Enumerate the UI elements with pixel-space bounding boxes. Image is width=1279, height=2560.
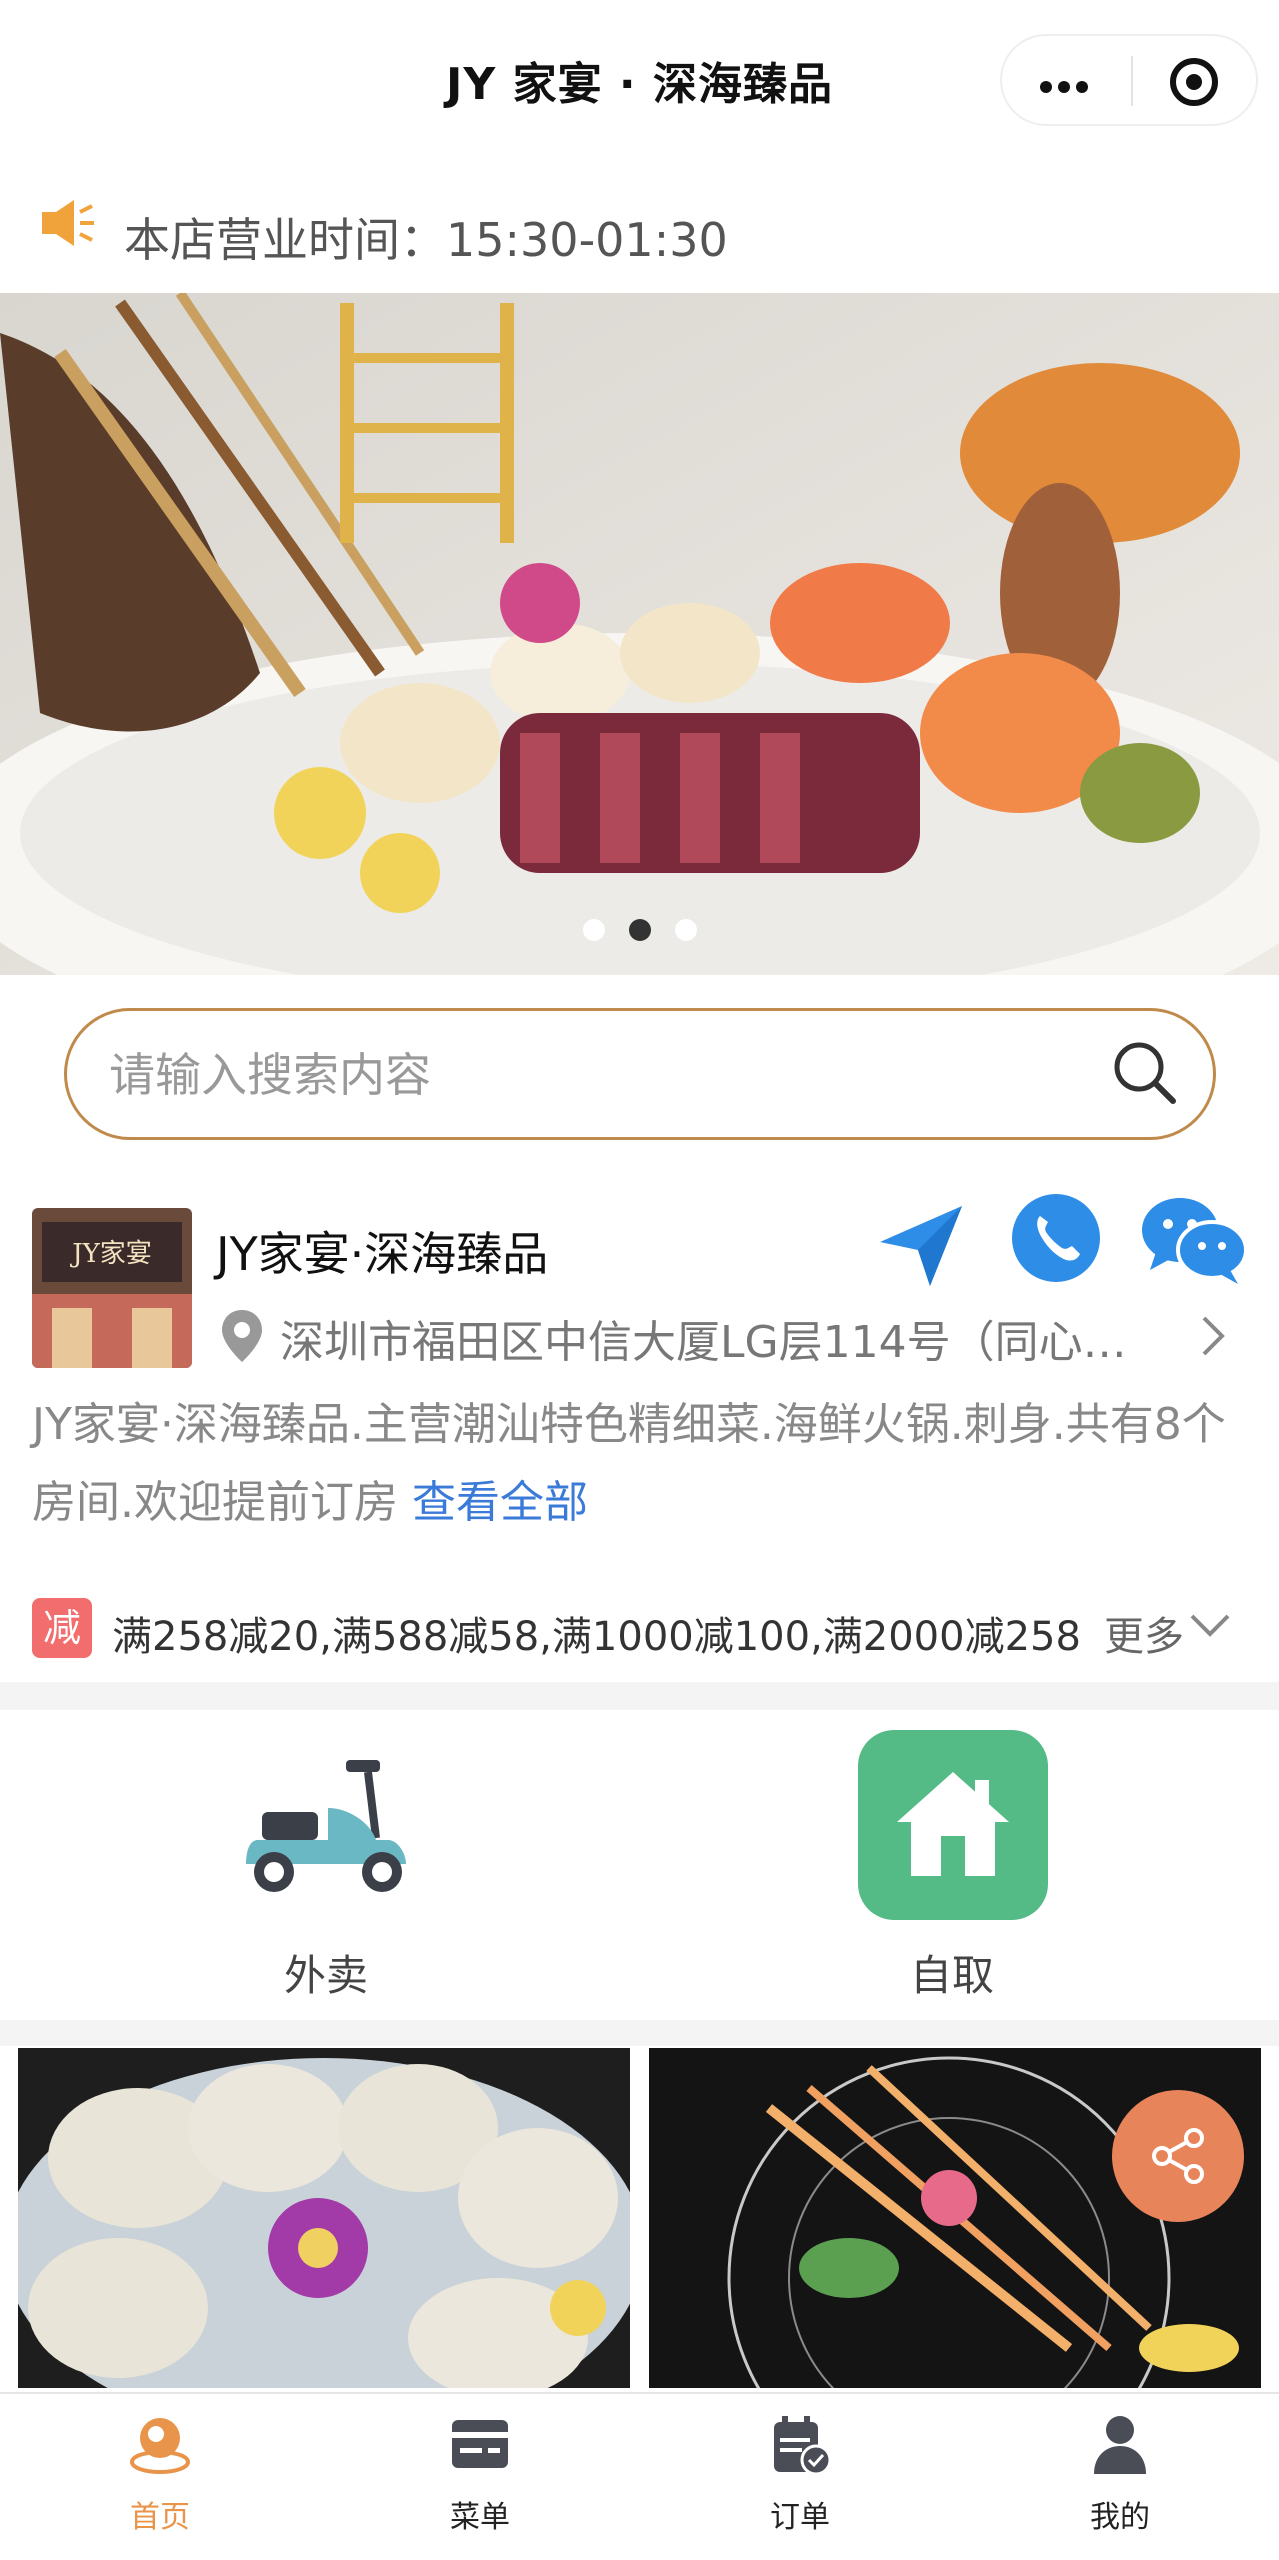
tab-label: 菜单 bbox=[450, 2500, 510, 2535]
business-hours-notice: 本店营业时间：15:30-01:30 bbox=[0, 172, 1279, 292]
menu-tab-icon bbox=[452, 2420, 508, 2468]
carousel-dot[interactable] bbox=[674, 919, 697, 941]
tab-orders[interactable]: 订单 bbox=[640, 2394, 960, 2560]
location-pin-icon bbox=[222, 1310, 262, 1362]
mini-program-capsule bbox=[1000, 34, 1258, 126]
shop-description: JY家宴·深海臻品.主营潮汕特色精细菜.海鲜火锅.刺身.共有8个房间.欢迎提前订… bbox=[32, 1386, 1232, 1542]
shop-action-icons bbox=[874, 1192, 1254, 1292]
section-divider bbox=[0, 2020, 1279, 2046]
oyster-platter-image bbox=[18, 2048, 630, 2388]
shop-address: 深圳市福田区中信大厦LG层114号（同心… bbox=[280, 1317, 1127, 1368]
menu-dots-icon[interactable] bbox=[1040, 78, 1094, 97]
section-divider bbox=[0, 1682, 1279, 1710]
shop-description-text: JY家宴·深海臻品.主营潮汕特色精细菜.海鲜火锅.刺身.共有8个房间.欢迎提前订… bbox=[32, 1399, 1226, 1528]
bottom-tab-bar: 首页 菜单 订单 我的 bbox=[0, 2392, 1279, 2560]
shop-thumbnail[interactable]: JY家宴 bbox=[32, 1208, 192, 1368]
pickup-label: 自取 bbox=[909, 1951, 994, 2000]
discount-promotion-row[interactable]: 减 满258减20,满588减58,满1000减100,满2000减258 更多 bbox=[0, 1582, 1279, 1672]
tab-home[interactable]: 首页 bbox=[0, 2394, 320, 2560]
tab-profile[interactable]: 我的 bbox=[960, 2394, 1279, 2560]
phone-icon[interactable] bbox=[1010, 1192, 1102, 1284]
shop-address-row[interactable]: 深圳市福田区中信大厦LG层114号（同心… bbox=[216, 1300, 1246, 1372]
view-all-link[interactable]: 查看全部 bbox=[412, 1477, 588, 1528]
home-tab-icon bbox=[130, 2418, 190, 2474]
business-hours-text: 本店营业时间：15:30-01:30 bbox=[124, 213, 728, 267]
share-button[interactable] bbox=[1112, 2090, 1244, 2222]
carousel-dot-active[interactable] bbox=[628, 919, 651, 941]
delivery-label: 外卖 bbox=[283, 1951, 368, 2000]
discount-text: 满258减20,满588减58,满1000减100,满2000减258 bbox=[112, 1614, 1081, 1660]
tab-menu[interactable]: 菜单 bbox=[320, 2394, 640, 2560]
more-promotions-button[interactable]: 更多 bbox=[1104, 1604, 1184, 1662]
capsule-divider bbox=[1131, 56, 1133, 106]
search-input[interactable] bbox=[109, 1039, 1069, 1111]
seafood-platter-image bbox=[0, 293, 1279, 975]
share-icon bbox=[1152, 2128, 1204, 2184]
search-bar[interactable] bbox=[64, 1008, 1216, 1140]
chevron-down-icon[interactable] bbox=[1188, 1612, 1232, 1640]
food-card-oysters[interactable] bbox=[18, 2048, 630, 2388]
order-tab-icon bbox=[774, 2416, 832, 2476]
shop-name: JY家宴·深海臻品 bbox=[216, 1227, 549, 1281]
storefront-sign: JY家宴 bbox=[69, 1239, 152, 1269]
profile-tab-icon bbox=[1094, 2416, 1146, 2474]
pickup-tile bbox=[858, 1730, 1048, 1920]
discount-badge: 减 bbox=[32, 1598, 92, 1658]
carousel-indicators bbox=[0, 919, 1279, 945]
storefront-image: JY家宴 bbox=[32, 1208, 192, 1368]
delivery-option[interactable]: 外卖 bbox=[176, 1730, 476, 2000]
search-icon[interactable] bbox=[1109, 1037, 1183, 1111]
pickup-option[interactable]: 自取 bbox=[802, 1730, 1102, 2000]
tab-label: 订单 bbox=[770, 2500, 830, 2535]
wechat-icon[interactable] bbox=[1140, 1192, 1250, 1288]
target-icon[interactable] bbox=[1170, 58, 1218, 106]
scooter-icon bbox=[246, 1760, 406, 1892]
tab-label: 首页 bbox=[130, 2500, 190, 2535]
speaker-icon bbox=[42, 200, 94, 246]
house-icon bbox=[897, 1772, 1009, 1876]
seafood-banner-carousel[interactable] bbox=[0, 293, 1279, 975]
nav-header: JY 家宴 · 深海臻品 bbox=[0, 0, 1279, 160]
navigate-icon[interactable] bbox=[874, 1198, 968, 1292]
tab-label: 我的 bbox=[1090, 2500, 1150, 2535]
carousel-dot[interactable] bbox=[582, 919, 605, 941]
chevron-right-icon bbox=[1202, 1316, 1225, 1356]
